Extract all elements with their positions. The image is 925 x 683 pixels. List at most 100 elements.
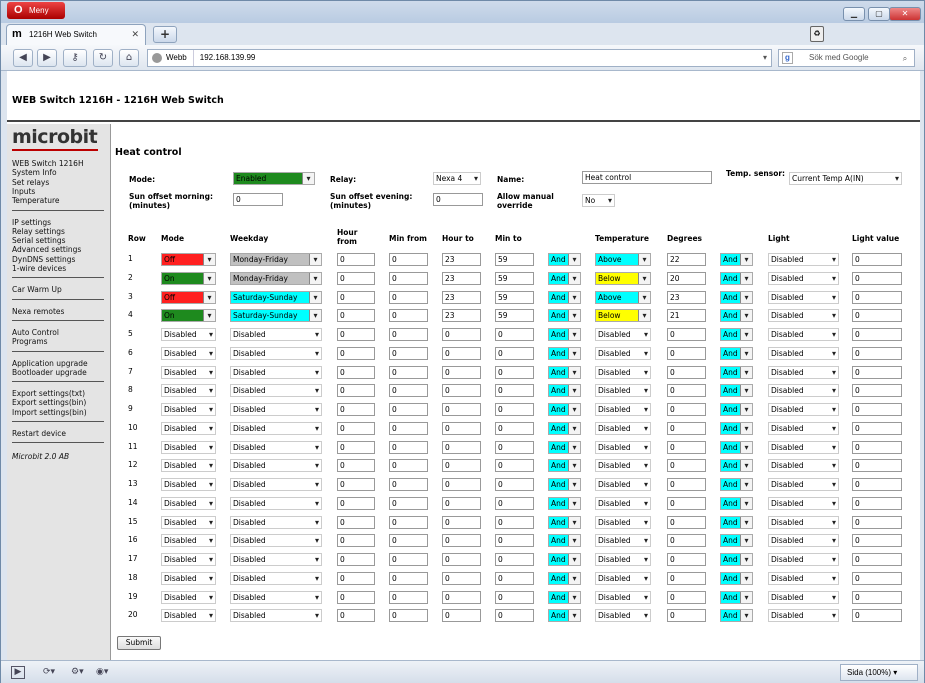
row-weekday-select[interactable]: Disabled [230, 553, 322, 566]
maximize-button[interactable]: ▢ [868, 7, 890, 21]
row-light-select[interactable]: Disabled [768, 553, 839, 566]
manual-override-select[interactable]: No [582, 194, 615, 207]
row-hour-from-input[interactable]: 0 [337, 309, 375, 323]
row-hour-from-input[interactable]: 0 [337, 440, 375, 454]
row-and-select[interactable]: And [720, 309, 753, 323]
row-min-to-input[interactable]: 0 [495, 328, 534, 341]
row-hour-to-input[interactable]: 0 [442, 440, 481, 454]
row-mode-select[interactable]: Disabled [161, 328, 216, 341]
row-hour-to-input[interactable]: 0 [442, 384, 481, 398]
sidebar-link[interactable]: WEB Switch 1216H [12, 159, 84, 168]
row-degrees-input[interactable]: 0 [667, 440, 706, 454]
row-min-from-input[interactable]: 0 [389, 496, 428, 510]
row-and-select[interactable]: And [720, 459, 753, 473]
row-hour-to-input[interactable]: 0 [442, 459, 481, 473]
row-and-select[interactable]: And [720, 290, 753, 304]
row-and-select[interactable]: And [548, 459, 581, 473]
minimize-button[interactable]: ▁ [843, 7, 865, 21]
row-and-select[interactable]: And [720, 609, 753, 623]
row-and-select[interactable]: And [720, 365, 753, 379]
sidebar-link[interactable]: Import settings(bin) [12, 408, 87, 417]
address-bar[interactable]: Webb 192.168.139.99 ▾ [147, 49, 772, 67]
row-light-select[interactable]: Disabled [768, 290, 839, 304]
row-temperature-select[interactable]: Above [595, 253, 651, 266]
sidebar-link[interactable]: Export settings(txt) [12, 389, 85, 398]
row-hour-to-input[interactable]: 0 [442, 534, 481, 548]
row-light-value-input[interactable]: 0 [852, 609, 902, 623]
sidebar-link[interactable]: Export settings(bin) [12, 398, 86, 407]
row-light-value-input[interactable]: 0 [852, 515, 902, 529]
row-mode-select[interactable]: Disabled [161, 384, 216, 398]
sidebar-link[interactable]: Nexa remotes [12, 307, 64, 316]
row-light-value-input[interactable]: 0 [852, 590, 902, 604]
relay-select[interactable]: Nexa 4 [433, 172, 481, 185]
sidebar-link[interactable]: Application upgrade [12, 359, 88, 368]
chevron-down-icon[interactable]: ▾ [763, 50, 767, 66]
row-mode-select[interactable]: Disabled [161, 478, 216, 491]
row-light-select[interactable]: Disabled [768, 328, 839, 341]
sun-offset-evening-input[interactable]: 0 [433, 193, 483, 206]
row-mode-select[interactable]: Disabled [161, 553, 216, 566]
row-light-select[interactable]: Disabled [768, 515, 839, 529]
row-min-from-input[interactable]: 0 [389, 590, 428, 604]
row-min-from-input[interactable]: 0 [389, 365, 428, 379]
row-temperature-select[interactable]: Disabled [595, 346, 651, 360]
row-hour-from-input[interactable]: 0 [337, 553, 375, 566]
row-light-select[interactable]: Disabled [768, 571, 839, 585]
row-weekday-select[interactable]: Disabled [230, 384, 322, 398]
row-degrees-input[interactable]: 0 [667, 534, 706, 548]
row-light-select[interactable]: Disabled [768, 459, 839, 473]
row-light-select[interactable]: Disabled [768, 421, 839, 435]
row-min-from-input[interactable]: 0 [389, 328, 428, 341]
row-light-value-input[interactable]: 0 [852, 384, 902, 398]
row-light-value-input[interactable]: 0 [852, 553, 902, 566]
row-and-select[interactable]: And [720, 346, 753, 360]
row-light-value-input[interactable]: 0 [852, 309, 902, 323]
row-degrees-input[interactable]: 0 [667, 496, 706, 510]
row-and-select[interactable]: And [720, 534, 753, 548]
row-temperature-select[interactable]: Disabled [595, 534, 651, 548]
row-min-to-input[interactable]: 0 [495, 553, 534, 566]
row-hour-to-input[interactable]: 0 [442, 403, 481, 416]
google-icon[interactable]: g [782, 52, 793, 64]
row-temperature-select[interactable]: Disabled [595, 459, 651, 473]
row-mode-select[interactable]: On [161, 271, 216, 285]
row-degrees-input[interactable]: 0 [667, 384, 706, 398]
search-icon[interactable]: ⌕ [898, 51, 912, 65]
row-light-select[interactable]: Disabled [768, 590, 839, 604]
mode-select[interactable]: Enabled [233, 172, 315, 185]
row-min-to-input[interactable]: 59 [495, 253, 534, 266]
row-and-select[interactable]: And [548, 365, 581, 379]
row-degrees-input[interactable]: 0 [667, 478, 706, 491]
sidebar-link[interactable]: Temperature [12, 196, 60, 205]
row-degrees-input[interactable]: 20 [667, 271, 706, 285]
row-and-select[interactable]: And [548, 421, 581, 435]
row-and-select[interactable]: And [548, 271, 581, 285]
row-mode-select[interactable]: Disabled [161, 515, 216, 529]
row-hour-from-input[interactable]: 0 [337, 271, 375, 285]
row-light-select[interactable]: Disabled [768, 365, 839, 379]
row-min-from-input[interactable]: 0 [389, 534, 428, 548]
row-temperature-select[interactable]: Disabled [595, 421, 651, 435]
sidebar-link[interactable]: Auto Control [12, 328, 59, 337]
close-button[interactable]: ✕ [889, 7, 921, 21]
row-mode-select[interactable]: Disabled [161, 496, 216, 510]
row-mode-select[interactable]: Disabled [161, 534, 216, 548]
row-temperature-select[interactable]: Disabled [595, 553, 651, 566]
row-mode-select[interactable]: Disabled [161, 590, 216, 604]
row-weekday-select[interactable]: Disabled [230, 609, 322, 623]
row-and-select[interactable]: And [548, 496, 581, 510]
sidebar-link[interactable]: DynDNS settings [12, 255, 75, 264]
row-hour-from-input[interactable]: 0 [337, 290, 375, 304]
row-and-select[interactable]: And [720, 590, 753, 604]
row-hour-to-input[interactable]: 0 [442, 421, 481, 435]
row-and-select[interactable]: And [548, 253, 581, 266]
row-temperature-select[interactable]: Disabled [595, 384, 651, 398]
row-mode-select[interactable]: Disabled [161, 459, 216, 473]
row-hour-to-input[interactable]: 23 [442, 253, 481, 266]
menu-button[interactable]: O Meny [7, 2, 65, 19]
row-hour-from-input[interactable]: 0 [337, 403, 375, 416]
row-min-from-input[interactable]: 0 [389, 309, 428, 323]
sidebar-link[interactable]: Relay settings [12, 227, 65, 236]
row-degrees-input[interactable]: 0 [667, 346, 706, 360]
